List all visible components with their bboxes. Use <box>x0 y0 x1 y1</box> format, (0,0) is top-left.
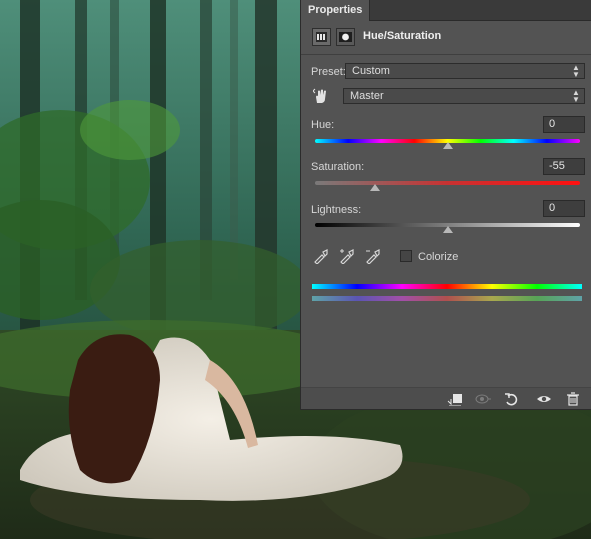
colorize-checkbox[interactable] <box>400 250 412 262</box>
saturation-slider-thumb[interactable] <box>369 184 380 191</box>
channel-dropdown[interactable]: Master ▲ ▼ <box>343 88 585 104</box>
tab-properties[interactable]: Properties <box>301 0 371 21</box>
preset-label: Preset: <box>311 66 346 78</box>
lightness-input[interactable]: 0 <box>543 200 585 217</box>
eyedropper-icon[interactable] <box>313 248 329 265</box>
reset-icon[interactable] <box>503 391 521 407</box>
hue-input[interactable]: 0 <box>543 116 585 133</box>
properties-panel: Properties Hue/Saturation Preset: Custom… <box>300 0 591 410</box>
targeted-adjustment-hand-icon[interactable] <box>312 88 329 104</box>
subtract-from-sample-eyedropper-icon[interactable] <box>365 248 381 265</box>
hue-label: Hue: <box>311 119 335 131</box>
saturation-slider-track[interactable] <box>315 181 580 185</box>
dropdown-arrows-icon: ▲ ▼ <box>572 63 580 79</box>
adjustment-layer-icon[interactable] <box>312 28 331 46</box>
colorize-label: Colorize <box>418 251 459 263</box>
add-to-sample-eyedropper-icon[interactable] <box>339 248 355 265</box>
view-previous-state-icon[interactable] <box>474 391 492 407</box>
lightness-slider-thumb[interactable] <box>442 226 453 233</box>
saturation-label: Saturation: <box>311 161 365 173</box>
adjustment-title: Hue/Saturation <box>363 30 442 42</box>
dropdown-arrows-icon: ▲ ▼ <box>572 88 580 104</box>
delete-trash-icon[interactable] <box>564 391 582 407</box>
panel-footer <box>301 387 591 409</box>
preset-value: Custom <box>352 65 390 77</box>
visibility-eye-icon[interactable] <box>535 391 553 407</box>
adjustment-header: Hue/Saturation <box>301 22 591 52</box>
hue-slider-thumb[interactable] <box>442 142 453 149</box>
layer-mask-icon[interactable] <box>336 28 355 46</box>
output-color-bar <box>312 296 582 301</box>
saturation-input[interactable]: -55 <box>543 158 585 175</box>
channel-value: Master <box>350 90 384 102</box>
input-color-bar <box>312 284 582 289</box>
preset-dropdown[interactable]: Custom ▲ ▼ <box>345 63 585 79</box>
clip-to-layer-icon[interactable] <box>446 391 464 407</box>
header-divider <box>301 54 591 55</box>
panel-tab-strip: Properties <box>301 0 591 21</box>
lightness-label: Lightness: <box>311 204 362 216</box>
